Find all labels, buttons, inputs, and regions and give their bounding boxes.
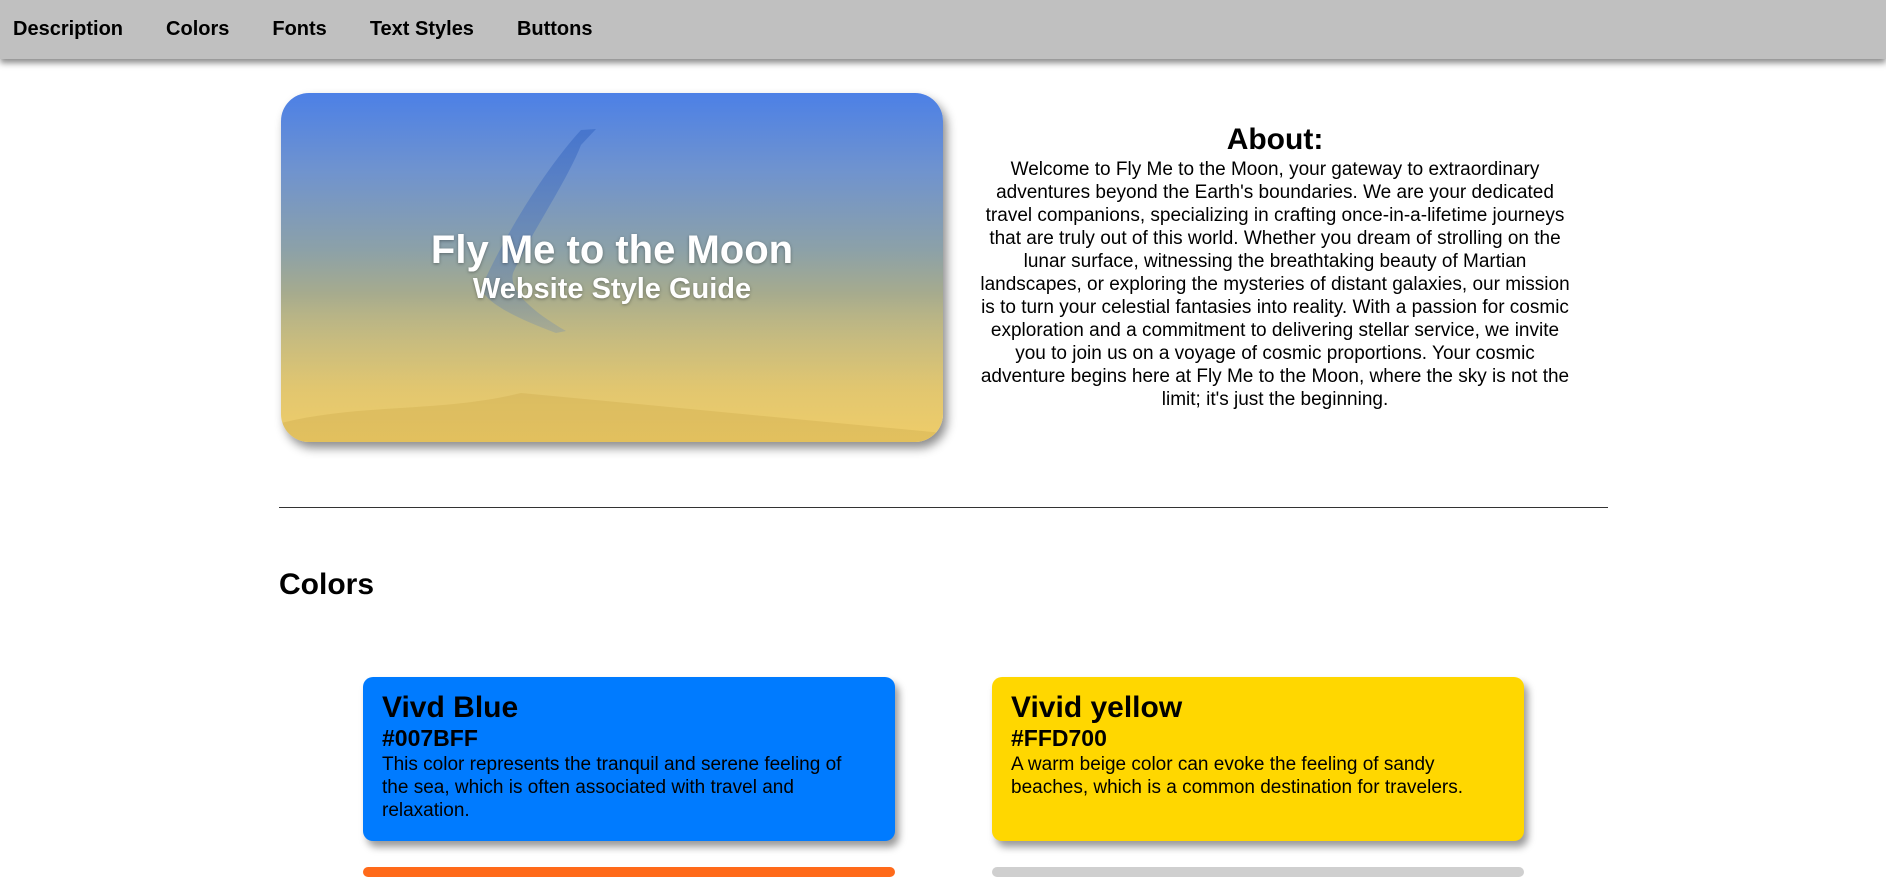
color-hex: #FFD700: [1011, 725, 1107, 751]
nav-fonts[interactable]: Fonts: [272, 18, 326, 41]
color-name: Vivd Blue: [382, 691, 519, 724]
colors-section-title: Colors: [279, 568, 375, 601]
nav-text-styles[interactable]: Text Styles: [370, 18, 474, 41]
color-card-orange-partial: [363, 867, 895, 877]
color-name: Vivid yellow: [1011, 691, 1183, 724]
color-card-vivid-yellow: Vivid yellow #FFD700 A warm beige color …: [992, 677, 1524, 841]
color-card-gray-partial: [992, 867, 1524, 877]
color-card-vivid-blue: Vivd Blue #007BFF This color represents …: [363, 677, 895, 841]
hero-text: Fly Me to the Moon Website Style Guide: [281, 228, 943, 306]
color-description: This color represents the tranquil and s…: [382, 754, 842, 821]
about-body: Welcome to Fly Me to the Moon, your gate…: [980, 159, 1570, 410]
hero-title: Fly Me to the Moon: [430, 228, 794, 272]
color-hex: #007BFF: [382, 725, 478, 751]
about-section: About: Welcome to Fly Me to the Moon, yo…: [976, 122, 1574, 411]
nav-buttons[interactable]: Buttons: [517, 18, 593, 41]
section-divider: [279, 507, 1608, 508]
color-description: A warm beige color can evoke the feeling…: [1011, 754, 1463, 798]
top-navigation: Description Colors Fonts Text Styles But…: [0, 0, 1886, 59]
nav-colors[interactable]: Colors: [166, 18, 229, 41]
hero-banner: Fly Me to the Moon Website Style Guide: [281, 93, 943, 442]
nav-description[interactable]: Description: [13, 18, 123, 41]
hero-subtitle: Website Style Guide: [472, 273, 752, 305]
about-heading: About:: [1226, 123, 1324, 156]
